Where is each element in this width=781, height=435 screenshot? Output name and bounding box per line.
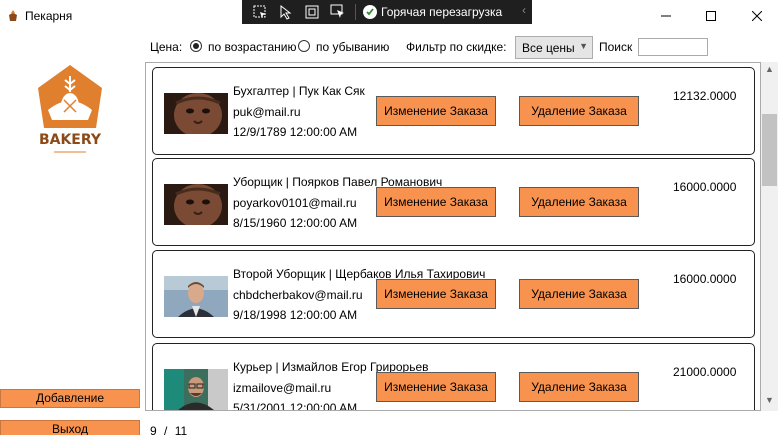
- exit-button[interactable]: Выход: [0, 420, 140, 435]
- close-button[interactable]: [734, 0, 780, 32]
- order-card: Второй Уборщик | Щербаков Илья Тахирович…: [152, 250, 755, 338]
- delete-order-button[interactable]: Удаление Заказа: [519, 96, 639, 126]
- sort-asc-label[interactable]: по возрастанию: [208, 40, 297, 54]
- collapse-toolbar-icon[interactable]: ‹: [522, 3, 526, 17]
- order-date: 8/15/1960 12:00:00 AM: [233, 216, 358, 230]
- track-focus-icon[interactable]: [328, 2, 348, 22]
- edit-order-button[interactable]: Изменение Заказа: [376, 96, 496, 126]
- check-circle-icon: [363, 5, 377, 19]
- scroll-down-icon[interactable]: ▼: [761, 395, 778, 409]
- search-input[interactable]: [638, 38, 708, 56]
- pagination: 9 / 11: [150, 424, 187, 435]
- orders-list: Бухгалтер | Пук Как Сяк puk@mail.ru 12/9…: [145, 62, 761, 411]
- order-price: 16000.0000: [673, 180, 737, 194]
- chevron-down-icon: ▼: [579, 41, 588, 51]
- order-card: Бухгалтер | Пук Как Сяк puk@mail.ru 12/9…: [152, 67, 755, 155]
- page-current: 9: [150, 424, 157, 435]
- order-date: 5/31/2001 12:00:00 AM: [233, 401, 358, 411]
- close-icon: [752, 11, 762, 21]
- order-email: poyarkov0101@mail.ru: [233, 196, 357, 210]
- toolbar-separator: [355, 4, 356, 20]
- edit-order-button[interactable]: Изменение Заказа: [376, 279, 496, 309]
- order-title: Бухгалтер | Пук Как Сяк: [233, 84, 365, 98]
- pointer-icon[interactable]: [276, 2, 296, 22]
- bakery-logo: BAKERY: [34, 62, 106, 160]
- order-date: 12/9/1789 12:00:00 AM: [233, 125, 358, 139]
- title-bar: Пекарня Горячая перезагрузка ‹: [0, 0, 781, 32]
- sort-asc-radio[interactable]: [190, 40, 202, 52]
- page-total: 11: [174, 424, 188, 435]
- order-price: 12132.0000: [673, 89, 737, 103]
- add-button[interactable]: Добавление: [0, 389, 140, 408]
- select-element-icon[interactable]: [250, 2, 270, 22]
- order-card: Уборщик | Поярков Павел Романович poyark…: [152, 158, 755, 246]
- employee-photo: [164, 276, 228, 317]
- order-card: Курьер | Измайлов Егор Грирорьев izmailo…: [152, 343, 755, 411]
- orders-scrollbar[interactable]: ▲ ▼: [761, 62, 778, 411]
- sort-desc-label[interactable]: по убыванию: [316, 40, 389, 54]
- scroll-up-icon[interactable]: ▲: [761, 64, 778, 78]
- employee-photo: [164, 184, 228, 225]
- window-title: Пекарня: [25, 9, 73, 23]
- price-label: Цена:: [150, 40, 183, 54]
- sort-desc-radio[interactable]: [298, 40, 310, 52]
- maximize-icon: [706, 11, 716, 21]
- employee-photo: [164, 93, 228, 134]
- order-email: puk@mail.ru: [233, 105, 301, 119]
- order-date: 9/18/1998 12:00:00 AM: [233, 308, 358, 322]
- minimize-icon: [661, 15, 671, 17]
- bakery-app-icon: [9, 10, 17, 21]
- logo-wordmark: BAKERY: [39, 132, 102, 148]
- hot-reload-label: Горячая перезагрузка: [381, 5, 503, 19]
- order-price: 16000.0000: [673, 272, 737, 286]
- hot-reload-indicator[interactable]: Горячая перезагрузка: [363, 5, 502, 19]
- minimize-button[interactable]: [643, 0, 689, 32]
- employee-photo: [164, 369, 228, 410]
- layout-adorners-icon[interactable]: [302, 2, 322, 22]
- delete-order-button[interactable]: Удаление Заказа: [519, 279, 639, 309]
- delete-order-button[interactable]: Удаление Заказа: [519, 372, 639, 402]
- edit-order-button[interactable]: Изменение Заказа: [376, 372, 496, 402]
- maximize-button[interactable]: [688, 0, 734, 32]
- scrollbar-thumb[interactable]: [762, 114, 777, 186]
- order-email: chbdcherbakov@mail.ru: [233, 288, 363, 302]
- page-separator: /: [164, 424, 168, 435]
- delete-order-button[interactable]: Удаление Заказа: [519, 187, 639, 217]
- xaml-debug-toolbar: Горячая перезагрузка ‹: [242, 0, 532, 24]
- edit-order-button[interactable]: Изменение Заказа: [376, 187, 496, 217]
- search-label: Поиск: [599, 40, 633, 54]
- discount-filter-select[interactable]: Все цены ▼: [515, 36, 593, 59]
- order-price: 21000.0000: [673, 365, 737, 379]
- order-email: izmailove@mail.ru: [233, 381, 332, 395]
- discount-filter-label: Фильтр по скидке:: [406, 40, 507, 54]
- discount-filter-value: Все цены: [522, 41, 575, 55]
